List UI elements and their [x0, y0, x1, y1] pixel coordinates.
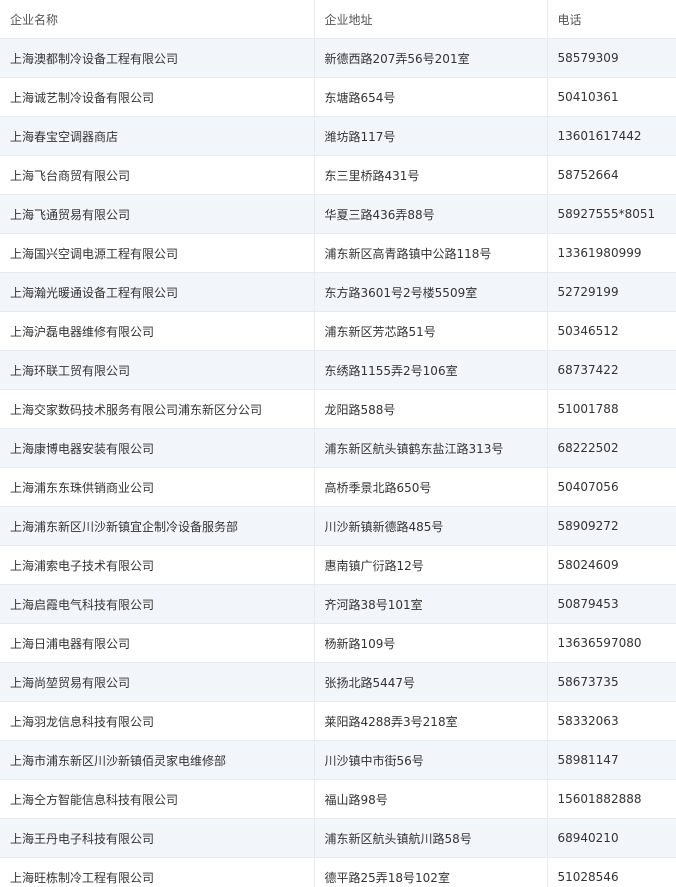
table-row: 上海环联工贸有限公司 东绣路1155弄2号106室 68737422 — [0, 350, 676, 390]
cell-company-name: 上海浦东东珠供销商业公司 — [0, 467, 315, 507]
cell-company-address: 莱阳路4288弄3号218室 — [314, 701, 548, 741]
header-company-address: 企业地址 — [314, 0, 548, 39]
cell-company-address: 新德西路207弄56号201室 — [314, 38, 548, 78]
cell-company-name: 上海市浦东新区川沙新镇佰灵家电维修部 — [0, 740, 315, 780]
cell-company-name: 上海澳都制冷设备工程有限公司 — [0, 38, 315, 78]
cell-phone: 68222502 — [547, 428, 676, 468]
company-table: 企业名称 企业地址 电话 上海澳都制冷设备工程有限公司 新德西路207弄56号20… — [0, 0, 676, 887]
table-row: 上海尚堃贸易有限公司 张扬北路5447号 58673735 — [0, 662, 676, 702]
table-row: 上海交家数码技术服务有限公司浦东新区分公司 龙阳路588号 51001788 — [0, 389, 676, 429]
table-row: 上海国兴空调电源工程有限公司 浦东新区高青路镇中公路118号 13361980999 — [0, 233, 676, 273]
cell-phone: 58927555*8051 — [547, 194, 676, 234]
cell-company-name: 上海仝方智能信息科技有限公司 — [0, 779, 315, 819]
cell-phone: 58909272 — [547, 506, 676, 546]
table-row: 上海浦东东珠供销商业公司 高桥季景北路650号 50407056 — [0, 467, 676, 507]
table-row: 上海旺栋制冷工程有限公司 德平路25弄18号102室 51028546 — [0, 857, 676, 887]
cell-phone: 13361980999 — [547, 233, 676, 273]
cell-company-address: 龙阳路588号 — [314, 389, 548, 429]
cell-phone: 58332063 — [547, 701, 676, 741]
cell-company-name: 上海康博电器安装有限公司 — [0, 428, 315, 468]
cell-phone: 51028546 — [547, 857, 676, 887]
table-row: 上海瀚光暖通设备工程有限公司 东方路3601号2号楼5509室 52729199 — [0, 272, 676, 312]
cell-company-address: 华夏三路436弄88号 — [314, 194, 548, 234]
cell-phone: 58673735 — [547, 662, 676, 702]
cell-phone: 15601882888 — [547, 779, 676, 819]
table-row: 上海日浦电器有限公司 杨新路109号 13636597080 — [0, 623, 676, 663]
table-body: 上海澳都制冷设备工程有限公司 新德西路207弄56号201室 58579309 上海诚… — [0, 38, 676, 887]
cell-phone: 50346512 — [547, 311, 676, 351]
table-row: 上海澳都制冷设备工程有限公司 新德西路207弄56号201室 58579309 — [0, 38, 676, 78]
table-row: 上海浦东新区川沙新镇宜企制冷设备服务部 川沙新镇新德路485号 58909272 — [0, 506, 676, 546]
table-row: 上海仝方智能信息科技有限公司 福山路98号 15601882888 — [0, 779, 676, 819]
cell-phone: 51001788 — [547, 389, 676, 429]
table-row: 上海飞通贸易有限公司 华夏三路436弄88号 58927555*8051 — [0, 194, 676, 234]
cell-company-address: 福山路98号 — [314, 779, 548, 819]
header-row: 企业名称 企业地址 电话 — [0, 0, 676, 39]
cell-company-name: 上海飞台商贸有限公司 — [0, 155, 315, 195]
cell-company-address: 浦东新区航头镇航川路58号 — [314, 818, 548, 858]
cell-company-address: 高桥季景北路650号 — [314, 467, 548, 507]
cell-company-name: 上海启霞电气科技有限公司 — [0, 584, 315, 624]
cell-phone: 13636597080 — [547, 623, 676, 663]
table-row: 上海启霞电气科技有限公司 齐河路38号101室 50879453 — [0, 584, 676, 624]
cell-company-name: 上海国兴空调电源工程有限公司 — [0, 233, 315, 273]
cell-company-address: 川沙新镇新德路485号 — [314, 506, 548, 546]
cell-company-name: 上海交家数码技术服务有限公司浦东新区分公司 — [0, 389, 315, 429]
cell-company-name: 上海旺栋制冷工程有限公司 — [0, 857, 315, 887]
cell-company-name: 上海诚艺制冷设备有限公司 — [0, 77, 315, 117]
cell-company-address: 潍坊路117号 — [314, 116, 548, 156]
table-row: 上海飞台商贸有限公司 东三里桥路431号 58752664 — [0, 155, 676, 195]
cell-company-name: 上海尚堃贸易有限公司 — [0, 662, 315, 702]
cell-company-name: 上海瀚光暖通设备工程有限公司 — [0, 272, 315, 312]
cell-company-address: 张扬北路5447号 — [314, 662, 548, 702]
cell-company-name: 上海浦东新区川沙新镇宜企制冷设备服务部 — [0, 506, 315, 546]
cell-company-address: 浦东新区高青路镇中公路118号 — [314, 233, 548, 273]
cell-company-name: 上海沪磊电器维修有限公司 — [0, 311, 315, 351]
table-row: 上海春宝空调器商店 潍坊路117号 13601617442 — [0, 116, 676, 156]
cell-company-address: 川沙镇中市街56号 — [314, 740, 548, 780]
table-row: 上海康博电器安装有限公司 浦东新区航头镇鹤东盐江路313号 68222502 — [0, 428, 676, 468]
table-row: 上海羽龙信息科技有限公司 莱阳路4288弄3号218室 58332063 — [0, 701, 676, 741]
cell-phone: 50879453 — [547, 584, 676, 624]
header-phone: 电话 — [547, 0, 676, 39]
table-row: 上海王丹电子科技有限公司 浦东新区航头镇航川路58号 68940210 — [0, 818, 676, 858]
cell-phone: 50410361 — [547, 77, 676, 117]
cell-company-address: 惠南镇广衍路12号 — [314, 545, 548, 585]
cell-company-address: 东三里桥路431号 — [314, 155, 548, 195]
cell-company-address: 浦东新区芳芯路51号 — [314, 311, 548, 351]
cell-company-address: 浦东新区航头镇鹤东盐江路313号 — [314, 428, 548, 468]
cell-company-address: 东塘路654号 — [314, 77, 548, 117]
cell-company-name: 上海环联工贸有限公司 — [0, 350, 315, 390]
cell-company-address: 东绣路1155弄2号106室 — [314, 350, 548, 390]
table-row: 上海诚艺制冷设备有限公司 东塘路654号 50410361 — [0, 77, 676, 117]
cell-company-name: 上海羽龙信息科技有限公司 — [0, 701, 315, 741]
cell-company-address: 东方路3601号2号楼5509室 — [314, 272, 548, 312]
cell-company-name: 上海王丹电子科技有限公司 — [0, 818, 315, 858]
cell-phone: 58579309 — [547, 38, 676, 78]
cell-phone: 58752664 — [547, 155, 676, 195]
cell-phone: 50407056 — [547, 467, 676, 507]
table-header: 企业名称 企业地址 电话 — [0, 0, 676, 39]
cell-company-address: 齐河路38号101室 — [314, 584, 548, 624]
cell-company-name: 上海浦索电子技术有限公司 — [0, 545, 315, 585]
table-row: 上海浦索电子技术有限公司 惠南镇广衍路12号 58024609 — [0, 545, 676, 585]
cell-phone: 13601617442 — [547, 116, 676, 156]
cell-phone: 58981147 — [547, 740, 676, 780]
table-row: 上海沪磊电器维修有限公司 浦东新区芳芯路51号 50346512 — [0, 311, 676, 351]
cell-phone: 58024609 — [547, 545, 676, 585]
cell-company-name: 上海飞通贸易有限公司 — [0, 194, 315, 234]
cell-company-address: 杨新路109号 — [314, 623, 548, 663]
cell-phone: 68940210 — [547, 818, 676, 858]
cell-phone: 68737422 — [547, 350, 676, 390]
cell-phone: 52729199 — [547, 272, 676, 312]
header-company-name: 企业名称 — [0, 0, 315, 39]
cell-company-name: 上海春宝空调器商店 — [0, 116, 315, 156]
cell-company-name: 上海日浦电器有限公司 — [0, 623, 315, 663]
cell-company-address: 德平路25弄18号102室 — [314, 857, 548, 887]
table-row: 上海市浦东新区川沙新镇佰灵家电维修部 川沙镇中市街56号 58981147 — [0, 740, 676, 780]
